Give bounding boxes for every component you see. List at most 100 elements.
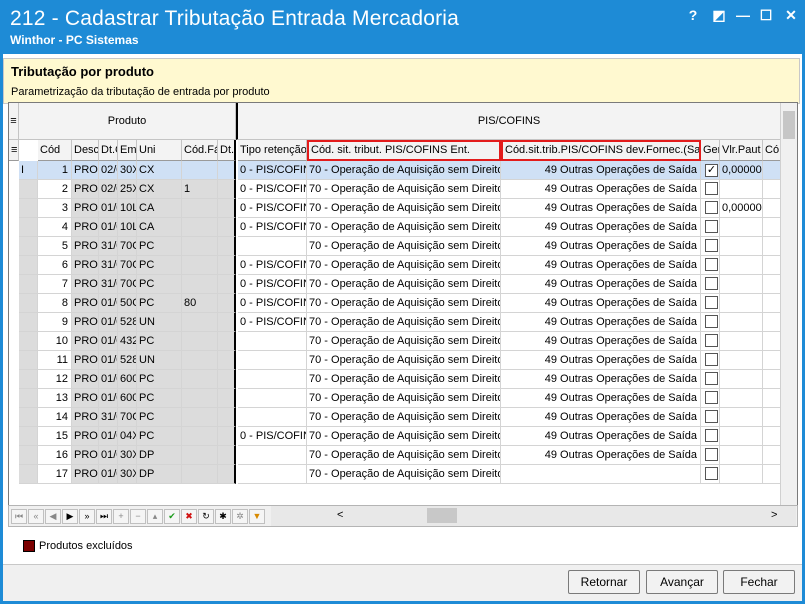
col-cod-sit-pis-ent-cell[interactable]: 70 - Operação de Aquisição sem Direito [307,389,501,408]
table-row[interactable]: 10PRODU01/08432PC 70 - Operação de Aquisi… [9,332,781,351]
col-descricao-cell[interactable]: PRODU [72,294,99,313]
col-cod-extra-cell[interactable] [763,256,781,275]
col-descricao-cell[interactable]: PRODU [72,332,99,351]
header-col-gera[interactable]: Ger [701,140,720,161]
col-dt-cad-cell[interactable]: 31/07 [99,256,118,275]
col-embalagem-cell[interactable]: 25X [118,180,137,199]
col-cod-sit-pis-ent-cell[interactable]: 70 - Operação de Aquisição sem Direito [307,275,501,294]
col-descricao-cell[interactable]: PRODU [72,237,99,256]
scroll-right-icon[interactable]: > [771,509,777,521]
col-dt-e-cell[interactable] [218,237,236,256]
col-cod-sit-pis-ent-cell[interactable]: 70 - Operação de Aquisição sem Direito [307,408,501,427]
col-tipo-retencao-cell[interactable]: 0 - PIS/COFIN [238,313,307,332]
col-vlr-pauta-cell[interactable] [720,256,763,275]
col-gera-cell[interactable] [701,256,720,275]
col-vlr-pauta-cell[interactable] [720,351,763,370]
col-cod-sit-pis-dev-cell[interactable]: 49 Outras Operações de Saída [501,389,701,408]
col-unidade-cell[interactable]: PC [137,389,182,408]
col-tipo-retencao-cell[interactable]: 0 - PIS/COFIN [238,256,307,275]
col-vlr-pauta-cell[interactable] [720,408,763,427]
col-cod-cell[interactable]: 6 [38,256,72,275]
col-vlr-pauta-cell[interactable] [720,275,763,294]
col-ind-cell[interactable] [19,237,38,256]
header-col-cod-sit-pis-ent[interactable]: Cód. sit. tribut. PIS/COFINS Ent. [307,140,501,161]
table-row[interactable]: 16PRODU01/0830XDP 70 - Operação de Aquisi… [9,446,781,465]
col-unidade-cell[interactable]: CX [137,180,182,199]
col-cod-sit-pis-dev-cell[interactable]: 49 Outras Operações de Saída [501,256,701,275]
col-ind-cell[interactable] [19,351,38,370]
col-cod-cell[interactable]: 10 [38,332,72,351]
col-tipo-retencao-cell[interactable]: 0 - PIS/COFIN [238,427,307,446]
col-ind-cell[interactable] [19,275,38,294]
col-cod-sit-pis-ent-cell[interactable]: 70 - Operação de Aquisição sem Direito [307,218,501,237]
col-unidade-cell[interactable]: UN [137,351,182,370]
col-tipo-retencao-cell[interactable] [238,332,307,351]
col-cod-extra-cell[interactable] [763,389,781,408]
col-dt-cad-cell[interactable]: 01/08 [99,370,118,389]
col-dt-cad-cell[interactable]: 01/08 [99,427,118,446]
col-ind-cell[interactable] [19,218,38,237]
header-menu-icon[interactable]: ≡ [9,140,19,161]
prev-record-icon[interactable]: ◀ [45,509,61,524]
col-vlr-pauta-cell[interactable] [720,180,763,199]
col-dt-cad-cell[interactable]: 02/08 [99,180,118,199]
col-embalagem-cell[interactable]: 432 [118,332,137,351]
col-dt-cad-cell[interactable]: 01/08 [99,465,118,484]
col-dt-cad-cell[interactable]: 02/08 [99,161,118,180]
refresh-icon[interactable]: ↻ [198,509,214,524]
horizontal-scroll-thumb[interactable] [427,508,457,523]
col-cod-sit-pis-ent-cell[interactable]: 70 - Operação de Aquisição sem Direito [307,237,501,256]
table-row[interactable]: 17PRODU01/0830XDP 70 - Operação de Aquisi… [9,465,781,484]
col-vlr-pauta-cell[interactable]: 0,00000 [720,199,763,218]
col-cod-fabrica-cell[interactable] [182,256,218,275]
col-descricao-cell[interactable]: PRODU [72,446,99,465]
col-cod-cell[interactable]: 3 [38,199,72,218]
col-cod-sit-pis-dev-cell[interactable]: 49 Outras Operações de Saída [501,313,701,332]
col-cod-sit-pis-dev-cell[interactable]: 49 Outras Operações de Saída [501,294,701,313]
col-gera-cell[interactable] [701,218,720,237]
col-gera-cell[interactable] [701,237,720,256]
col-dt-cad-cell[interactable]: 31/07 [99,237,118,256]
header-col-dt-cad[interactable]: Dt.C [99,140,118,161]
col-descricao-cell[interactable]: PRODU [72,218,99,237]
gera-checkbox[interactable] [705,448,718,461]
col-cod-fabrica-cell[interactable] [182,351,218,370]
col-gera-cell[interactable] [701,446,720,465]
col-cod-sit-pis-ent-cell[interactable]: 70 - Operação de Aquisição sem Direito [307,294,501,313]
col-dt-cad-cell[interactable]: 01/08 [99,351,118,370]
col-dt-e-cell[interactable] [218,389,236,408]
col-dt-cad-cell[interactable]: 01/08 [99,294,118,313]
col-embalagem-cell[interactable]: 600 [118,370,137,389]
col-ind-cell[interactable] [19,199,38,218]
col-unidade-cell[interactable]: PC [137,408,182,427]
table-row[interactable]: 14PRODU31/0770CPC 70 - Operação de Aquisi… [9,408,781,427]
col-gera-cell[interactable] [701,465,720,484]
col-unidade-cell[interactable]: DP [137,446,182,465]
gera-checkbox[interactable] [705,372,718,385]
col-cod-cell[interactable]: 14 [38,408,72,427]
col-cod-fabrica-cell[interactable] [182,332,218,351]
col-descricao-cell[interactable]: PRODU [72,275,99,294]
col-vlr-pauta-cell[interactable] [720,465,763,484]
col-cod-sit-pis-dev-cell[interactable]: 49 Outras Operações de Saída [501,218,701,237]
col-dt-e-cell[interactable] [218,294,236,313]
col-dt-cad-cell[interactable]: 01/08 [99,332,118,351]
col-vlr-pauta-cell[interactable] [720,237,763,256]
col-vlr-pauta-cell[interactable] [720,446,763,465]
help-icon[interactable]: ? [684,6,702,24]
col-cod-sit-pis-dev-cell[interactable]: 49 Outras Operações de Saída [501,161,701,180]
table-row[interactable]: 5PRODU31/0770CPC 70 - Operação de Aquisiç… [9,237,781,256]
col-cod-sit-pis-dev-cell[interactable]: 49 Outras Operações de Saída [501,199,701,218]
col-unidade-cell[interactable]: PC [137,427,182,446]
col-cod-extra-cell[interactable] [763,465,781,484]
col-dt-cad-cell[interactable]: 31/07 [99,408,118,427]
gera-checkbox[interactable] [705,391,718,404]
col-cod-sit-pis-dev-cell[interactable] [501,465,701,484]
insert-icon[interactable]: + [113,509,129,524]
col-gera-cell[interactable] [701,370,720,389]
col-cod-cell[interactable]: 15 [38,427,72,446]
table-row[interactable]: 12PRODU01/08600PC 70 - Operação de Aquisi… [9,370,781,389]
header-col-cod[interactable]: Cód [38,140,72,161]
gera-checkbox[interactable] [705,353,718,366]
filter-icon[interactable]: ▼ [249,509,265,524]
